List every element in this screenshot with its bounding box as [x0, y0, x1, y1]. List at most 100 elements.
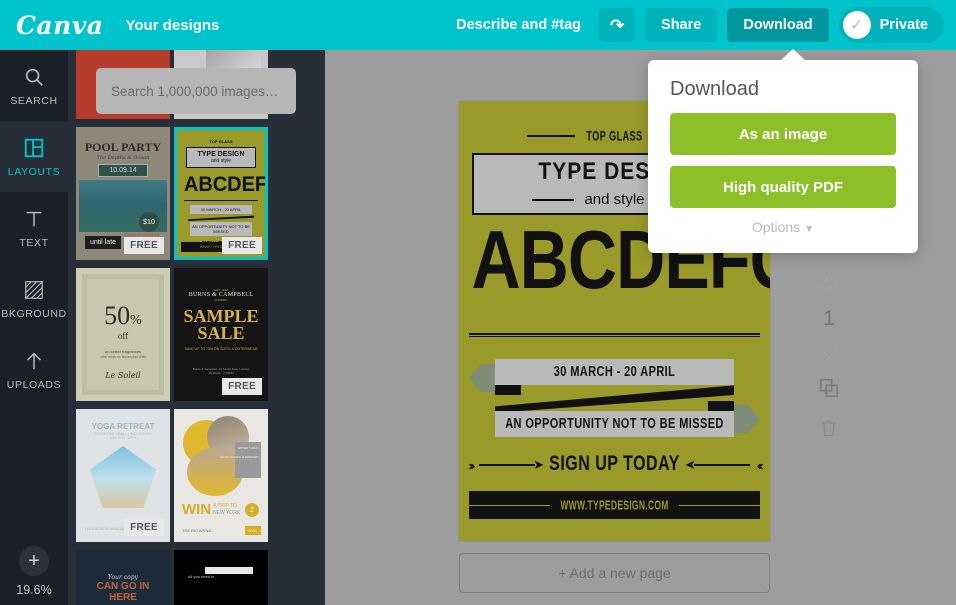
- list-item[interactable]: 50% off on select fragrances offer ends …: [76, 268, 170, 401]
- arrow-right-icon: ➤: [479, 458, 544, 471]
- search-box[interactable]: [96, 68, 296, 114]
- rule-left: [469, 504, 551, 506]
- sidebar-item-search[interactable]: SEARCH: [0, 50, 68, 121]
- canva-logo[interactable]: Canva: [16, 11, 104, 40]
- rule-right: [678, 504, 760, 506]
- download-options-label: Options: [751, 219, 801, 235]
- chevron-down-icon: ▼: [804, 224, 815, 235]
- chevrons-right-icon: ›››: [468, 457, 475, 473]
- thumb-text: Your copy: [108, 574, 138, 581]
- list-item[interactable]: POOL PARTY The Depths & Ocean 10.09.14 $…: [76, 127, 170, 260]
- undo-button[interactable]: ↶: [599, 8, 636, 42]
- sidebar-item-label: LAYOUTS: [7, 166, 61, 178]
- thumb-text: Le Soleil: [105, 371, 141, 380]
- thumb-text: and style: [210, 158, 231, 164]
- list-item[interactable]: TOP GLASS TYPE DESIGN and style ABCDEFG …: [174, 127, 268, 260]
- list-item[interactable]: ENTER TODAY ENTRY CLOSES 14 FEBRUARY WIN…: [174, 409, 268, 542]
- download-as-image-button[interactable]: As an image: [670, 113, 896, 155]
- page-title: Your designs: [125, 16, 220, 34]
- poster-cta: SIGN UP TODAY: [549, 453, 680, 476]
- thumb-text: 2: [245, 503, 259, 517]
- thumbnail-art: All you need is: [177, 553, 265, 605]
- thumb-text: THE BIG APPLE: [182, 528, 212, 533]
- thumb-text: off: [117, 331, 129, 341]
- ribbon-zigzag: [495, 385, 734, 413]
- free-badge: FREE: [222, 237, 262, 254]
- arrow-left-icon: ➤: [685, 457, 750, 472]
- thumb-text: ENTER TODAY: [237, 446, 259, 450]
- upload-arrow-icon: [23, 348, 45, 374]
- thumb-text: 10.09.14: [98, 164, 148, 177]
- poster-date-band: 30 MARCH - 20 APRIL: [495, 359, 734, 385]
- thumbnail-art: 50% off on select fragrances offer ends …: [79, 271, 167, 398]
- thumb-text: %: [130, 313, 142, 328]
- thumb-text: All you need is: [188, 574, 215, 579]
- thumb-text: SAVE UP TO 70% ON SUITS & OUTERWEAR: [184, 347, 258, 352]
- layout-thumbnail-grid: FREE POOL PARTY The Depths & Ocean 10.09…: [68, 50, 325, 605]
- free-badge: FREE: [124, 519, 164, 536]
- poster-url: WWW.TYPEDESIGN.COM: [560, 497, 669, 513]
- delete-page-icon[interactable]: [819, 417, 839, 439]
- download-popup[interactable]: Download As an image High quality PDF Op…: [648, 49, 918, 253]
- download-button[interactable]: Download: [727, 8, 829, 42]
- thumbnail-art: Your copy CAN GO IN HERE: [79, 553, 167, 605]
- sidebar-item-label: SEARCH: [10, 95, 58, 107]
- free-badge: FREE: [124, 237, 164, 254]
- list-item[interactable]: YOGA RETREAT SEMINYAK | BALI | INDONESIA…: [76, 409, 170, 542]
- move-down-icon[interactable]: [819, 345, 839, 359]
- list-item[interactable]: All you need is: [174, 550, 268, 605]
- list-item[interactable]: Your copy CAN GO IN HERE: [76, 550, 170, 605]
- thumb-text: until late: [85, 236, 121, 249]
- privacy-toggle[interactable]: ✓ Private: [838, 7, 944, 43]
- poster-top-label: TOP GLASS: [586, 128, 643, 144]
- sidebar-item-layouts[interactable]: LAYOUTS: [0, 121, 68, 192]
- download-high-quality-pdf-button[interactable]: High quality PDF: [670, 166, 896, 208]
- thumb-text: A TRIP TO: [213, 503, 237, 509]
- thumb-text: 30 MARCH - 20 APRIL: [190, 205, 252, 214]
- layouts-icon: [23, 135, 45, 161]
- list-item[interactable]: EST. 1912 BURNS & CAMPBELL LONDON SAMPLE…: [174, 268, 268, 401]
- describe-and-tag-link[interactable]: Describe and #tag: [456, 17, 581, 33]
- poster-tagline: AN OPPORTUNITY NOT TO BE MISSED: [505, 415, 724, 433]
- thumb-text: WIN: [182, 501, 212, 518]
- thumb-text: ENTRY CLOSES 14 FEBRUARY: [220, 456, 259, 459]
- poster-ribbon: 30 MARCH - 20 APRIL AN OPPORTUNITY NOT T…: [459, 359, 770, 437]
- share-button[interactable]: Share: [645, 8, 718, 42]
- text-icon: [23, 206, 45, 232]
- zoom-controls: + 19.6%: [0, 546, 68, 597]
- popup-caret-icon: [780, 49, 806, 61]
- thumb-text: The Depths & Ocean: [96, 155, 150, 161]
- poster-tagline-band: AN OPPORTUNITY NOT TO BE MISSED: [495, 411, 734, 437]
- poster-date-range: 30 MARCH - 20 APRIL: [553, 363, 676, 381]
- thumb-text: NYC: [244, 526, 261, 535]
- rule-left: [532, 198, 575, 201]
- download-options-toggle[interactable]: Options ▼: [670, 219, 896, 235]
- sidebar-item-label: BKGROUND: [1, 308, 67, 320]
- search-input[interactable]: [111, 83, 281, 99]
- sidebar-item-text[interactable]: TEXT: [0, 192, 68, 263]
- poster-url-bar: WWW.TYPEDESIGN.COM: [469, 491, 760, 519]
- check-icon: ✓: [842, 11, 871, 39]
- thumb-text: on select fragrances: [104, 349, 142, 354]
- thumb-text: LONDON: [214, 298, 228, 302]
- zoom-in-button[interactable]: +: [19, 546, 49, 576]
- sidebar-item-uploads[interactable]: UPLOADS: [0, 334, 68, 405]
- thumb-text: NEW YORK: [213, 510, 241, 516]
- thumb-text: offer ends on November 29th: [100, 355, 146, 359]
- download-popup-title: Download: [670, 78, 759, 100]
- page-number: 1: [823, 307, 835, 330]
- sidebar-item-bkground[interactable]: BKGROUND: [0, 263, 68, 334]
- canva-editor-window: Canva Your designs Describe and #tag ↶ S…: [0, 0, 956, 605]
- thumb-text: AN OPPORTUNITY NOT TO BE MISSED: [190, 222, 252, 236]
- layouts-panel[interactable]: FREE POOL PARTY The Depths & Ocean 10.09…: [68, 50, 325, 605]
- move-up-icon[interactable]: [819, 275, 839, 289]
- poster-divider: [469, 333, 760, 337]
- duplicate-page-icon[interactable]: [818, 377, 840, 399]
- poster-cta-row: ››› ➤ SIGN UP TODAY ➤ ‹‹‹: [459, 453, 770, 476]
- background-icon: [23, 277, 45, 303]
- thumb-text: 10.00AM - 7.00PM: [208, 371, 234, 376]
- thumb-text: CAN GO IN HERE: [96, 581, 150, 603]
- sidebar-item-label: TEXT: [19, 237, 49, 249]
- add-new-page-button[interactable]: + Add a new page: [459, 553, 770, 593]
- chevrons-left-icon: ‹‹‹: [756, 457, 764, 473]
